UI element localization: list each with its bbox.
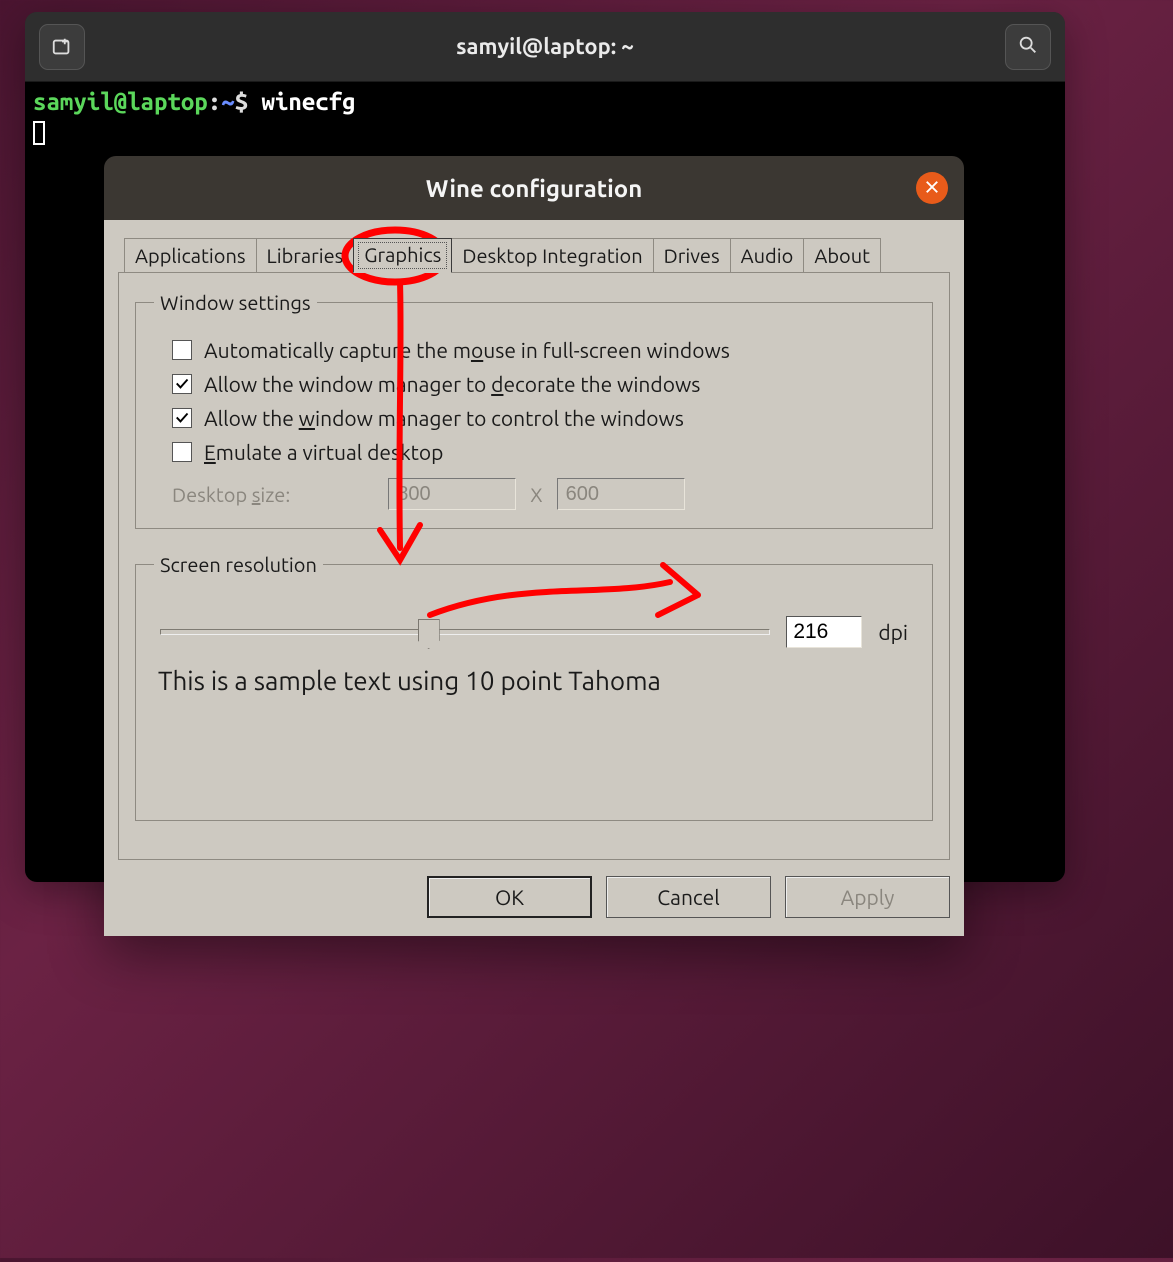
decorate-checkbox[interactable] — [172, 374, 192, 394]
wine-config-dialog: Wine configuration Applications Librarie… — [104, 156, 964, 936]
tab-audio[interactable]: Audio — [730, 238, 805, 273]
new-tab-icon — [51, 36, 73, 58]
ok-button[interactable]: OK — [427, 876, 592, 918]
tab-graphics[interactable]: Graphics — [353, 238, 452, 273]
dpi-slider[interactable] — [160, 629, 770, 635]
dpi-slider-thumb[interactable] — [418, 619, 440, 649]
auto-capture-checkbox[interactable] — [172, 340, 192, 360]
window-settings-legend: Window settings — [154, 291, 317, 314]
screen-resolution-legend: Screen resolution — [154, 553, 323, 576]
search-icon — [1017, 34, 1039, 60]
decorate-row: Allow the window manager to decorate the… — [172, 372, 914, 396]
decorate-label[interactable]: Allow the window manager to decorate the… — [204, 372, 700, 396]
terminal-prompt-path: ~ — [221, 88, 234, 115]
desktop-size-label: Desktop size: — [172, 483, 290, 506]
control-row: Allow the window manager to control the … — [172, 406, 914, 430]
wine-client-area: Applications Libraries Graphics Desktop … — [104, 220, 964, 936]
control-checkbox[interactable] — [172, 408, 192, 428]
wine-title: Wine configuration — [426, 175, 642, 202]
dpi-label: dpi — [878, 620, 908, 644]
close-icon — [925, 178, 939, 198]
emulate-label[interactable]: Emulate a virtual desktop — [204, 440, 443, 464]
cancel-button[interactable]: Cancel — [606, 876, 771, 918]
terminal-cursor — [33, 121, 45, 145]
terminal-prompt-user: samyil@laptop — [33, 88, 208, 115]
auto-capture-label[interactable]: Automatically capture the mouse in full-… — [204, 338, 730, 362]
tab-applications[interactable]: Applications — [124, 238, 257, 273]
tab-about[interactable]: About — [803, 238, 881, 273]
wine-titlebar[interactable]: Wine configuration — [104, 156, 964, 220]
dpi-slider-row: dpi — [160, 616, 908, 648]
tab-desktop-integration[interactable]: Desktop Integration — [451, 238, 653, 273]
window-settings-group: Window settings Automatically capture th… — [135, 291, 933, 529]
terminal-command: winecfg — [262, 88, 356, 115]
tab-panel: Window settings Automatically capture th… — [118, 272, 950, 860]
emulate-row: Emulate a virtual desktop — [172, 440, 914, 464]
new-tab-button[interactable] — [39, 24, 85, 70]
tab-strip: Applications Libraries Graphics Desktop … — [118, 234, 950, 273]
size-x-label: X — [530, 483, 542, 506]
dpi-input[interactable] — [786, 616, 862, 648]
tab-drives[interactable]: Drives — [653, 238, 731, 273]
emulate-checkbox[interactable] — [172, 442, 192, 462]
desktop-height-input — [557, 478, 685, 510]
terminal-title: samyil@laptop: ~ — [456, 34, 634, 59]
close-button[interactable] — [916, 172, 948, 204]
terminal-prompt-colon: : — [208, 88, 221, 115]
sample-text: This is a sample text using 10 point Tah… — [158, 666, 910, 695]
terminal-search-button[interactable] — [1005, 24, 1051, 70]
apply-button: Apply — [785, 876, 950, 918]
dialog-button-row: OK Cancel Apply — [118, 876, 950, 918]
auto-capture-row: Automatically capture the mouse in full-… — [172, 338, 914, 362]
terminal-titlebar: samyil@laptop: ~ — [25, 12, 1065, 82]
terminal-prompt-symbol: $ — [235, 88, 262, 115]
desktop-size-row: Desktop size: X — [172, 478, 914, 510]
control-label[interactable]: Allow the window manager to control the … — [204, 406, 684, 430]
desktop-width-input — [388, 478, 516, 510]
screen-resolution-group: Screen resolution dpi This is a sample t… — [135, 553, 933, 821]
tab-libraries[interactable]: Libraries — [256, 238, 355, 273]
